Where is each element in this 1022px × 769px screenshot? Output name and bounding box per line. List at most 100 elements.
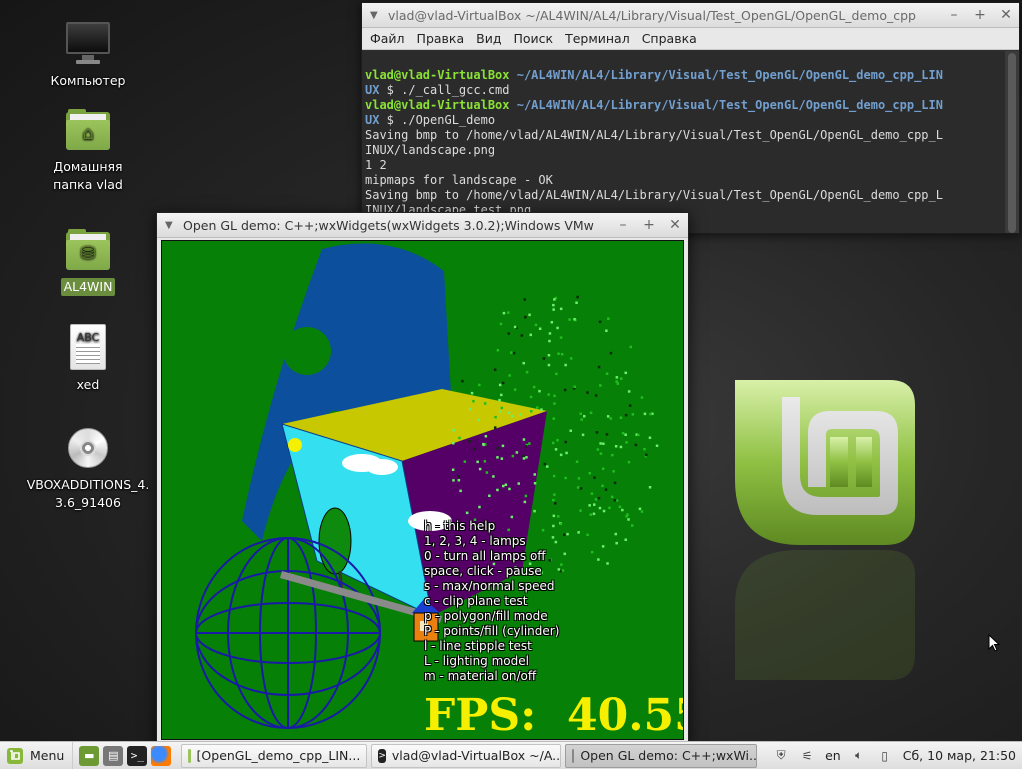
terminal-titlebar[interactable]: ▼ vlad@vlad-VirtualBox ~/AL4WIN/AL4/Libr… [362,3,1019,28]
window-menu-icon[interactable]: ▼ [165,220,183,231]
scene-particle [638,507,642,511]
scene-particle [564,363,567,367]
menu-search[interactable]: Поиск [513,31,553,46]
scene-particle [559,336,563,339]
scene-particle [624,433,627,436]
help-line: 1, 2, 3, 4 - lamps [424,534,526,548]
scene-particle [543,462,547,466]
minimize-icon[interactable]: – [610,217,636,233]
start-menu-button[interactable]: Menu [0,742,72,769]
scene-particle [548,332,552,335]
scene-particle [513,325,517,329]
scene-particle [577,477,581,480]
scene-particle [522,457,526,460]
scene-particle [538,327,542,330]
file-manager-icon[interactable]: ▤ [103,745,124,766]
shield-icon[interactable]: ⛨ [773,748,789,764]
scene-particle [525,456,528,459]
menu-view[interactable]: Вид [476,31,501,46]
scene-particle [605,329,608,332]
close-icon[interactable]: ✕ [993,7,1019,23]
scene-particle [613,481,617,485]
desktop-icon-computer[interactable]: Компьютер [28,20,148,90]
scene-particle [501,381,505,385]
terminal-launcher-icon[interactable]: >_ [127,745,148,766]
scene-particle [508,487,511,491]
scene-particle [628,404,632,407]
terminal-line: Saving bmp to /home/vlad/AL4WIN/AL4/Libr… [365,188,943,202]
scene-particle [560,353,564,356]
taskbar-task-opengl[interactable]: Open GL demo: C++;wxWi... [565,743,758,768]
scene-particle [452,442,455,445]
opengl-demo-window[interactable]: ▼ Open GL demo: C++;wxWidgets(wxWidgets … [156,212,689,744]
fps-label: FPS: [424,690,537,740]
clock[interactable]: Сб, 10 мар, 21:50 [903,748,1016,763]
opengl-canvas[interactable]: h - this help 1, 2, 3, 4 - lamps 0 - tur… [161,240,684,740]
scene-particle [459,489,462,493]
desktop-icon-xed[interactable]: ABC xed [28,324,148,394]
scene-particle [542,357,546,360]
scene-particle [560,563,563,566]
folder-icon [188,748,191,763]
scene-particle [645,453,648,457]
taskbar-task-file-manager[interactable]: [OpenGL_demo_cpp_LIN... [181,743,368,768]
minimize-icon[interactable]: – [941,7,967,23]
menu-terminal[interactable]: Терминал [565,31,630,46]
scene-particle [604,488,608,491]
terminal-scrollbar[interactable] [1005,51,1019,233]
scene-wire-sphere [195,537,381,729]
terminal-window[interactable]: ▼ vlad@vlad-VirtualBox ~/AL4WIN/AL4/Libr… [361,2,1020,234]
menu-edit[interactable]: Правка [417,31,465,46]
show-desktop-icon[interactable]: ▬ [79,745,100,766]
scene-particle [618,505,622,509]
fps-value: 40.55 [566,690,683,740]
scene-particle [525,370,529,374]
scene-particle [579,509,582,512]
scene-particle [555,372,558,376]
scene-particle [573,318,576,321]
scene-particle [564,440,567,444]
maximize-icon[interactable]: + [967,7,993,23]
desktop-icon-vboxadditions[interactable]: VBOXADDITIONS_4.3.6_91406 [20,424,156,512]
terminal-line: Saving bmp to /home/vlad/AL4WIN/AL4/Libr… [365,128,943,142]
scene-particle [614,445,618,448]
menu-file[interactable]: Файл [370,31,405,46]
terminal-output[interactable]: vlad@vlad-VirtualBox ~/AL4WIN/AL4/Librar… [362,51,1005,233]
scene-particle [614,532,617,536]
scene-particle [523,500,527,504]
window-menu-icon[interactable]: ▼ [370,10,388,21]
network-icon[interactable]: ⚟ [799,748,815,764]
keyboard-layout[interactable]: en [825,748,841,763]
scene-particle [556,326,559,330]
desktop-icon-al4win[interactable]: ⛃ AL4WIN [28,226,148,296]
scene-particle [552,308,555,311]
scene-particle [619,416,623,419]
maximize-icon[interactable]: + [636,217,662,233]
terminal-line: vlad@vlad-VirtualBox ~/AL4WIN/AL4/Librar… [365,68,943,82]
scene-particle [598,506,602,510]
help-line: space, click - pause [424,564,542,578]
volume-icon[interactable]: 🔈︎ [851,748,867,764]
scene-particle [581,433,585,437]
firefox-icon[interactable] [151,745,172,766]
scene-particle [468,440,471,443]
scene-particle [559,453,563,457]
power-icon[interactable]: ▯ [877,748,893,764]
close-icon[interactable]: ✕ [662,217,688,233]
scene-particle [643,412,647,416]
scene-particle [468,407,472,411]
taskbar-task-terminal[interactable]: > vlad@vlad-VirtualBox ~/A... [371,743,562,768]
scene-particle [575,460,579,463]
scene-particle [496,456,499,459]
scene-particle [483,402,487,405]
desktop-icon-home-folder[interactable]: ⌂ Домашняя папка vlad [28,106,148,194]
scene-particle [499,322,503,326]
scene-particle [575,301,578,304]
menu-help[interactable]: Справка [642,31,697,46]
scene-particle [498,383,502,387]
scene-particle [528,442,531,445]
opengl-titlebar[interactable]: ▼ Open GL demo: C++;wxWidgets(wxWidgets … [157,213,688,238]
scene-particle [553,493,556,496]
scene-particle [554,502,557,505]
scene-particle [597,496,601,500]
